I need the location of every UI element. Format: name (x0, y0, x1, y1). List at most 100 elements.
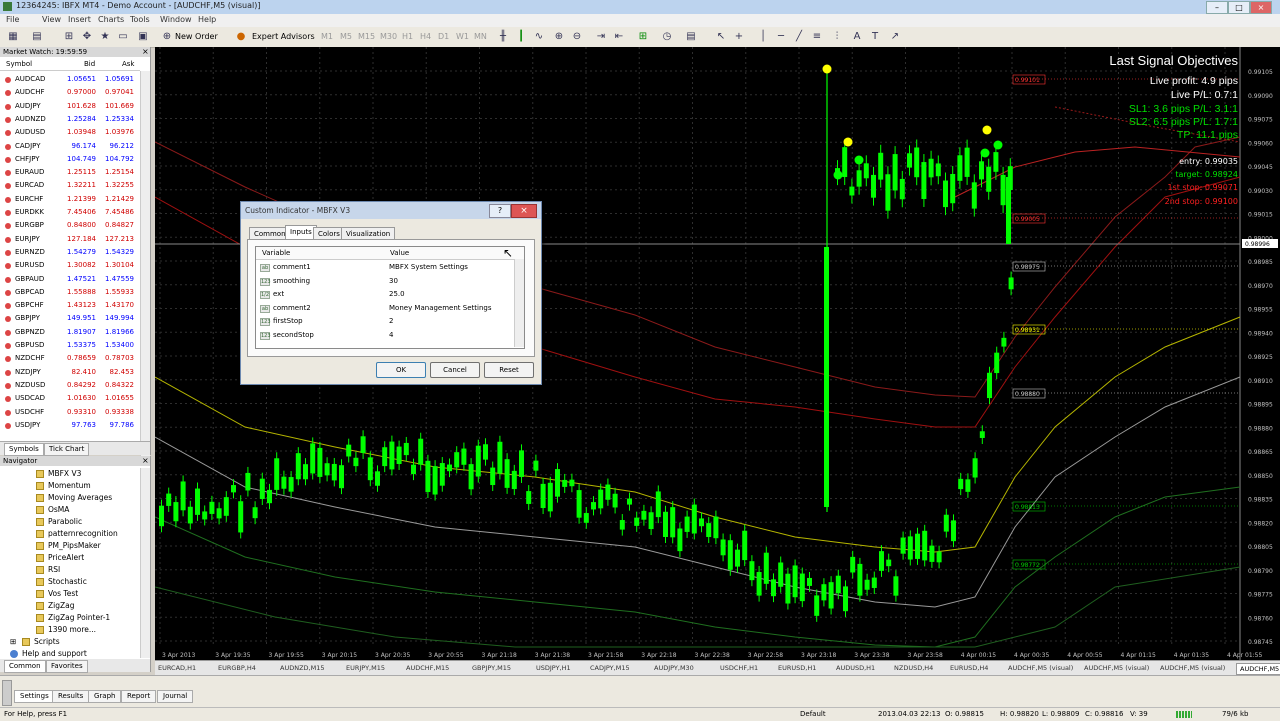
market-watch-scrollbar[interactable] (140, 71, 150, 461)
channel-icon[interactable]: ≡ (810, 30, 824, 44)
minimize-button[interactable]: – (1206, 1, 1228, 14)
menu-window[interactable]: Window (160, 15, 192, 24)
periods-icon[interactable]: ◷ (660, 30, 674, 44)
zoom-out-icon[interactable]: ⊖ (570, 30, 584, 44)
tab-graph[interactable]: Graph (88, 690, 122, 703)
maximize-button[interactable]: □ (1228, 1, 1250, 14)
timeframe-m15[interactable]: M15 (358, 30, 375, 44)
chart-tab[interactable]: AUDCHF,M5 (visual) (1236, 663, 1280, 675)
chart-tab[interactable]: EURUSD,H4 (950, 663, 988, 673)
autoscroll-icon[interactable]: ⇥ (594, 30, 608, 44)
close-button[interactable]: × (1250, 1, 1272, 14)
navigator-item[interactable]: Vos Test (0, 588, 140, 600)
input-row[interactable]: ab comment2 Money Management Settings (256, 302, 514, 316)
market-watch-row[interactable]: NZDCHF 0.78659 0.78703 (0, 352, 140, 365)
close-icon[interactable]: × (142, 456, 149, 465)
col-bid[interactable]: Bid (84, 58, 95, 70)
param-value[interactable]: 25.0 (389, 288, 405, 302)
navigator-item[interactable]: 1390 more... (0, 624, 140, 636)
chart-tab[interactable]: AUDCHF,M5 (visual) (1084, 663, 1149, 673)
param-value[interactable]: 2 (389, 315, 393, 329)
col-ask[interactable]: Ask (122, 58, 135, 70)
market-watch-row[interactable]: USDCAD 1.01630 1.01655 (0, 392, 140, 405)
tab-report[interactable]: Report (121, 690, 157, 703)
timeframe-d1[interactable]: D1 (438, 30, 449, 44)
market-watch-row[interactable]: EURCAD 1.32211 1.32255 (0, 179, 140, 192)
tab-tick-chart[interactable]: Tick Chart (44, 443, 90, 456)
vertical-line-icon[interactable]: │ (756, 30, 770, 44)
dialog-close-button[interactable]: × (511, 204, 537, 218)
timeframe-w1[interactable]: W1 (456, 30, 469, 44)
chart-tab[interactable]: AUDNZD,M15 (280, 663, 324, 673)
ok-button[interactable]: OK (376, 362, 426, 378)
terminal-icon[interactable]: ▭ (116, 30, 130, 44)
param-value[interactable]: MBFX System Settings (389, 261, 468, 275)
input-row[interactable]: 123 smoothing 30 (256, 275, 514, 289)
tester-icon[interactable]: ▣ (136, 30, 150, 44)
navigator-item[interactable]: patternrecognition (0, 528, 140, 540)
navigator-item[interactable]: OsMA (0, 504, 140, 516)
timeframe-m1[interactable]: M1 (321, 30, 333, 44)
market-watch-row[interactable]: USDJPY 97.763 97.786 (0, 419, 140, 432)
param-value[interactable]: 30 (389, 275, 398, 289)
market-watch-row[interactable]: AUDJPY 101.628 101.669 (0, 100, 140, 113)
menu-file[interactable]: File (6, 15, 19, 24)
market-watch-row[interactable]: CHFJPY 104.749 104.792 (0, 153, 140, 166)
new-order-button[interactable]: New Order (175, 30, 218, 44)
cursor-icon[interactable]: ↖ (714, 30, 728, 44)
chart-tab[interactable]: AUDCHF,M5 (visual) (1160, 663, 1225, 673)
indicators-icon[interactable]: ⊞ (636, 30, 650, 44)
market-watch-row[interactable]: GBPAUD 1.47521 1.47559 (0, 273, 140, 286)
navigator-item[interactable]: RSI (0, 564, 140, 576)
market-watch-row[interactable]: GBPCAD 1.55888 1.55933 (0, 286, 140, 299)
navigator-item[interactable]: Moving Averages (0, 492, 140, 504)
chart-tab[interactable]: AUDJPY,M30 (654, 663, 694, 673)
chart-tab[interactable]: GBPJPY,M15 (472, 663, 511, 673)
text-icon[interactable]: A (850, 30, 864, 44)
tab-symbols[interactable]: Symbols (4, 443, 44, 456)
chart-tab[interactable]: EURGBP,H4 (218, 663, 256, 673)
cancel-button[interactable]: Cancel (430, 362, 480, 378)
close-icon[interactable]: × (142, 47, 149, 56)
navigator-item[interactable]: PM_PipsMaker (0, 540, 140, 552)
market-watch-row[interactable]: AUDNZD 1.25284 1.25334 (0, 113, 140, 126)
input-row[interactable]: 123 firstStop 2 (256, 315, 514, 329)
tab-settings[interactable]: Settings (14, 690, 55, 703)
expert-advisors-icon[interactable]: ● (234, 30, 248, 44)
market-watch-row[interactable]: EURDKK 7.45406 7.45486 (0, 206, 140, 219)
market-watch-row[interactable]: GBPJPY 149.951 149.994 (0, 312, 140, 325)
timeframe-h1[interactable]: H1 (402, 30, 413, 44)
new-order-icon[interactable]: ⊕ (160, 30, 174, 44)
fibonacci-icon[interactable]: ⫶ (830, 30, 844, 44)
market-watch-row[interactable]: AUDUSD 1.03948 1.03976 (0, 126, 140, 139)
market-watch-row[interactable]: EURAUD 1.25115 1.25154 (0, 166, 140, 179)
data-window-icon[interactable]: ✥ (80, 30, 94, 44)
col-symbol[interactable]: Symbol (6, 58, 32, 70)
chart-tab[interactable]: USDJPY,H1 (536, 663, 571, 673)
help-button[interactable]: ? (489, 204, 511, 218)
timeframe-m5[interactable]: M5 (340, 30, 352, 44)
navigator-item[interactable]: Momentum (0, 480, 140, 492)
timeframe-m30[interactable]: M30 (380, 30, 397, 44)
chart-tab[interactable]: AUDUSD,H1 (836, 663, 875, 673)
market-watch-row[interactable]: AUDCHF 0.97000 0.97041 (0, 86, 140, 99)
market-watch-row[interactable]: EURNZD 1.54279 1.54329 (0, 246, 140, 259)
zoom-in-icon[interactable]: ⊕ (552, 30, 566, 44)
input-row[interactable]: ab comment1 MBFX System Settings (256, 261, 514, 275)
tab-journal[interactable]: Journal (157, 690, 194, 703)
inputs-scrollbar[interactable] (514, 259, 524, 347)
navigator-item[interactable]: ZigZag (0, 600, 140, 612)
chart-tab[interactable]: USDCHF,H1 (720, 663, 758, 673)
col-variable[interactable]: Variable (262, 247, 290, 259)
param-value[interactable]: Money Management Settings (389, 302, 491, 316)
label-icon[interactable]: T (868, 30, 882, 44)
arrows-icon[interactable]: ↗ (888, 30, 902, 44)
timeframe-mn[interactable]: MN (474, 30, 487, 44)
input-row[interactable]: 123 secondStop 4 (256, 329, 514, 343)
bar-chart-icon[interactable]: ╫ (496, 30, 510, 44)
tester-grip[interactable] (2, 680, 12, 706)
tab-results[interactable]: Results (52, 690, 90, 703)
navigator-item[interactable]: Parabolic (0, 516, 140, 528)
market-watch-row[interactable]: AUDCAD 1.05651 1.05691 (0, 73, 140, 86)
tab-common[interactable]: Common (4, 660, 46, 673)
